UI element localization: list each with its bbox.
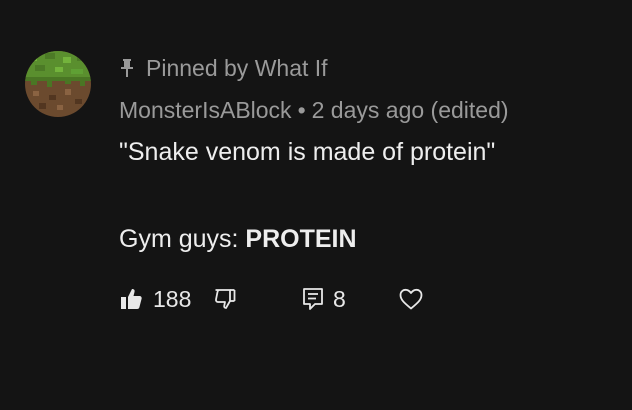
like-button[interactable]: 188 bbox=[119, 282, 191, 316]
avatar[interactable] bbox=[25, 51, 91, 117]
reply-button[interactable]: 8 bbox=[302, 282, 346, 316]
author-name[interactable]: MonsterIsABlock bbox=[119, 97, 292, 124]
pin-icon bbox=[121, 59, 133, 77]
like-count: 188 bbox=[153, 285, 192, 312]
meta-separator: • bbox=[297, 96, 306, 123]
comment-meta: MonsterIsABlock • 2 days ago (edited) bbox=[119, 94, 509, 126]
thumbs-down-icon bbox=[215, 289, 236, 309]
comment-card: Pinned by What If MonsterIsABlock • 2 da… bbox=[0, 0, 632, 410]
comment-text-prefix: Gym guys: bbox=[119, 225, 246, 253]
dislike-button[interactable] bbox=[213, 282, 237, 316]
reply-icon bbox=[303, 288, 323, 310]
reply-count: 8 bbox=[333, 285, 346, 312]
comment-timestamp[interactable]: 2 days ago (edited) bbox=[312, 97, 509, 124]
thumbs-up-icon bbox=[121, 289, 142, 309]
heart-icon bbox=[399, 288, 423, 310]
heart-button[interactable] bbox=[398, 282, 424, 316]
pinned-text: Pinned by What If bbox=[146, 54, 328, 81]
comment-text-emphasis: PROTEIN bbox=[245, 225, 357, 253]
pinned-label: Pinned by What If bbox=[120, 53, 328, 83]
comment-text-line-2: Gym guys: PROTEIN bbox=[119, 225, 357, 254]
comment-actions: 188 8 bbox=[119, 282, 539, 316]
grass-block-avatar-icon bbox=[25, 51, 91, 117]
comment-text-line-1: "Snake venom is made of protein" bbox=[119, 138, 496, 166]
